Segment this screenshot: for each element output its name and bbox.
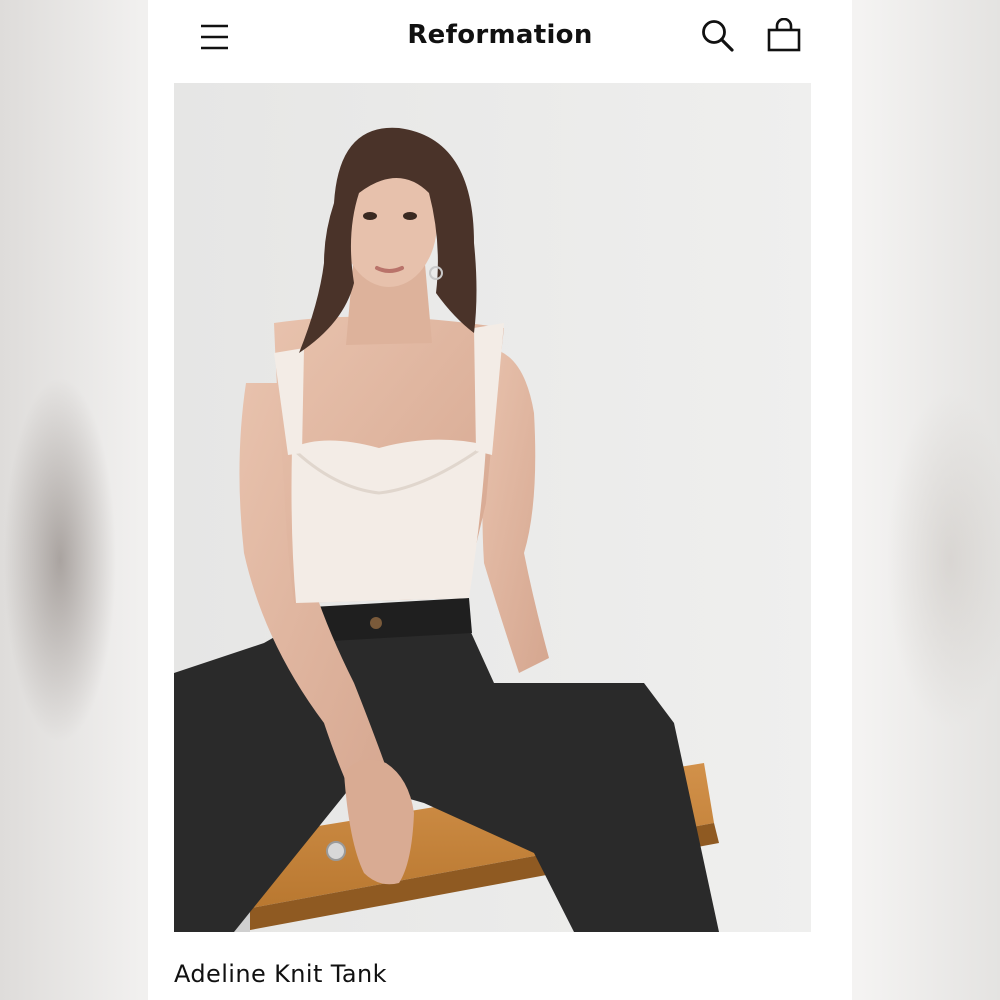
brand-logo[interactable]: Reformation bbox=[148, 20, 852, 50]
product-title[interactable]: Adeline Knit Tank bbox=[174, 960, 387, 988]
shopping-bag-icon[interactable] bbox=[766, 17, 802, 54]
search-icon[interactable] bbox=[700, 18, 736, 54]
app-screen: Reformation Adeline Knit Tank bbox=[148, 0, 852, 1000]
product-photo[interactable] bbox=[174, 83, 811, 932]
top-nav-bar: Reformation bbox=[148, 0, 852, 78]
